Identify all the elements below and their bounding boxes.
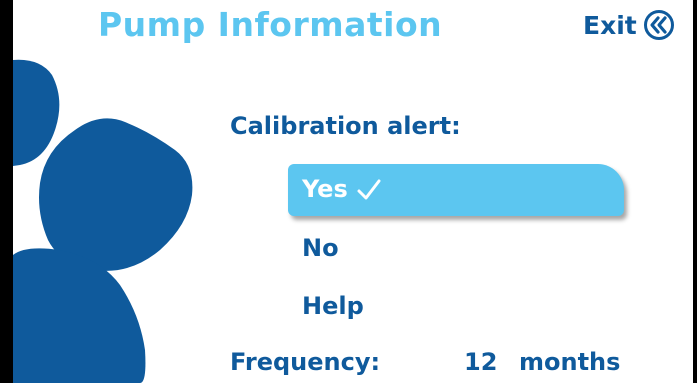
option-yes-label: Yes bbox=[302, 175, 348, 203]
decorative-petal-graphic bbox=[13, 59, 193, 383]
frequency-unit: months bbox=[519, 348, 621, 376]
petal-bottom bbox=[13, 248, 146, 383]
frequency-value: 12 bbox=[464, 348, 498, 376]
exit-button[interactable]: Exit bbox=[583, 7, 675, 43]
petal-middle bbox=[39, 118, 193, 271]
frequency-label: Frequency: bbox=[230, 348, 381, 376]
exit-label: Exit bbox=[583, 10, 637, 40]
screen-frame-right bbox=[693, 0, 697, 383]
petal-top bbox=[13, 59, 60, 166]
option-help[interactable]: Help bbox=[302, 292, 364, 320]
calibration-alert-label: Calibration alert: bbox=[230, 112, 461, 140]
checkmark-icon bbox=[357, 179, 381, 200]
option-yes[interactable]: Yes bbox=[288, 164, 624, 216]
double-chevron-left-icon bbox=[643, 10, 674, 40]
page-title: Pump Information bbox=[98, 5, 443, 44]
pump-information-screen: Pump Information Exit Calibration alert:… bbox=[0, 0, 697, 383]
option-no[interactable]: No bbox=[302, 234, 339, 262]
